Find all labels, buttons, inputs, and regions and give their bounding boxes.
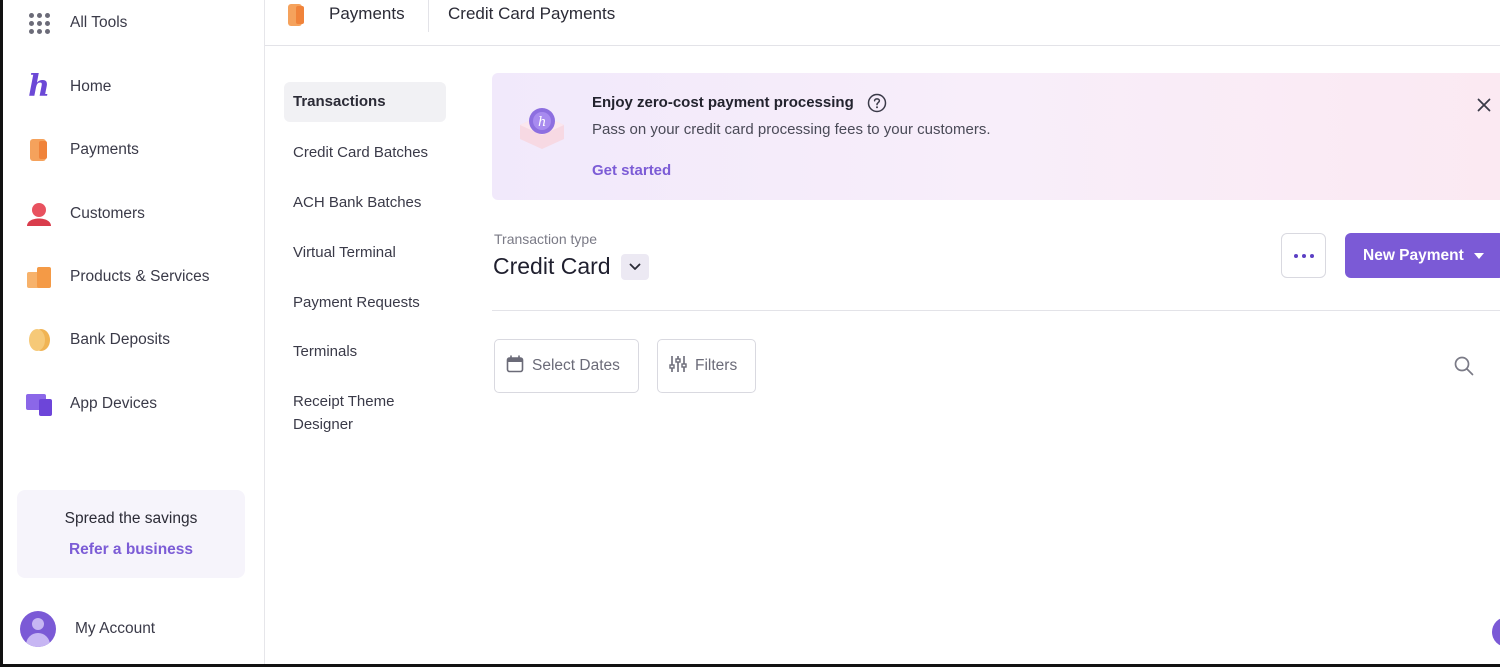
chevron-down-icon: [629, 258, 641, 276]
breadcrumb-section[interactable]: Payments: [329, 4, 405, 24]
home-logo-glyph: h: [28, 69, 50, 104]
sidebar-item-home[interactable]: h Home: [3, 67, 264, 107]
sidebar-item-products-services[interactable]: Products & Services: [3, 257, 264, 297]
subnav-item-ach-bank-batches[interactable]: ACH Bank Batches: [284, 191, 446, 214]
home-logo-icon: h: [24, 72, 54, 102]
sidebar: All Tools h Home Payments Customers Prod…: [3, 0, 265, 664]
grid-icon: [24, 8, 54, 38]
sidebar-item-all-tools[interactable]: All Tools: [3, 3, 264, 43]
subnav-item-terminals[interactable]: Terminals: [284, 340, 446, 363]
select-dates-label: Select Dates: [532, 357, 620, 374]
close-icon[interactable]: [1477, 98, 1491, 117]
banner-illustration-icon: h: [516, 103, 568, 156]
top-bar: Payments Credit Card Payments: [265, 0, 1500, 46]
bank-deposits-icon: [24, 325, 54, 355]
sliders-icon: [669, 355, 687, 378]
get-started-link[interactable]: Get started: [592, 162, 671, 179]
refer-business-link[interactable]: Refer a business: [17, 541, 245, 559]
section-divider: [492, 310, 1500, 311]
subnav-item-payment-requests[interactable]: Payment Requests: [284, 291, 446, 314]
transaction-type-label: Transaction type: [494, 231, 597, 247]
sidebar-item-label: Payments: [70, 141, 139, 158]
page-title: Credit Card Payments: [448, 4, 616, 23]
sidebar-item-bank-deposits[interactable]: Bank Deposits: [3, 320, 264, 360]
svg-text:h: h: [538, 115, 546, 130]
filters-label: Filters: [695, 357, 738, 374]
app-devices-icon: [24, 389, 54, 419]
breadcrumb-divider: [428, 0, 429, 32]
search-icon[interactable]: [1453, 355, 1475, 382]
banner-title: Enjoy zero-cost payment processing: [592, 94, 854, 111]
banner-description: Pass on your credit card processing fees…: [592, 121, 991, 138]
subnav-item-receipt-theme-designer[interactable]: Receipt Theme Designer: [284, 390, 424, 436]
transaction-type-dropdown[interactable]: [621, 254, 649, 280]
new-payment-button[interactable]: New Payment: [1345, 233, 1500, 278]
calendar-icon: [506, 354, 524, 378]
transaction-type-value[interactable]: Credit Card: [493, 253, 611, 280]
sidebar-item-label: All Tools: [70, 14, 128, 31]
subnav-item-transactions[interactable]: Transactions: [284, 82, 446, 122]
sidebar-item-payments[interactable]: Payments: [3, 130, 264, 170]
subnav-item-credit-card-batches[interactable]: Credit Card Batches: [284, 141, 446, 164]
payments-icon: [286, 2, 308, 33]
select-dates-button[interactable]: Select Dates: [494, 339, 639, 393]
help-icon[interactable]: [867, 93, 887, 118]
sidebar-item-label: Customers: [70, 205, 145, 222]
payments-icon: [24, 135, 54, 165]
sidebar-item-customers[interactable]: Customers: [3, 194, 264, 234]
my-account-button[interactable]: My Account: [20, 610, 250, 648]
avatar: [20, 611, 56, 647]
caret-down-icon: [1473, 252, 1484, 259]
referral-promo: Spread the savings Refer a business: [17, 490, 245, 578]
sidebar-item-label: Home: [70, 78, 112, 95]
help-chat-button[interactable]: [1492, 617, 1500, 647]
sidebar-item-label: Products & Services: [70, 268, 210, 285]
products-icon: [24, 262, 54, 292]
promo-banner: h Enjoy zero-cost payment processing Pas…: [492, 73, 1500, 200]
promo-title: Spread the savings: [64, 510, 198, 527]
sidebar-item-label: Bank Deposits: [70, 331, 170, 348]
filters-button[interactable]: Filters: [657, 339, 756, 393]
subnav-item-virtual-terminal[interactable]: Virtual Terminal: [284, 241, 446, 264]
more-options-button[interactable]: [1281, 233, 1326, 278]
customers-icon: [24, 199, 54, 229]
new-payment-label: New Payment: [1363, 246, 1464, 264]
sidebar-item-label: App Devices: [70, 395, 158, 412]
sidebar-item-app-devices[interactable]: App Devices: [3, 384, 264, 424]
account-label: My Account: [75, 620, 156, 637]
